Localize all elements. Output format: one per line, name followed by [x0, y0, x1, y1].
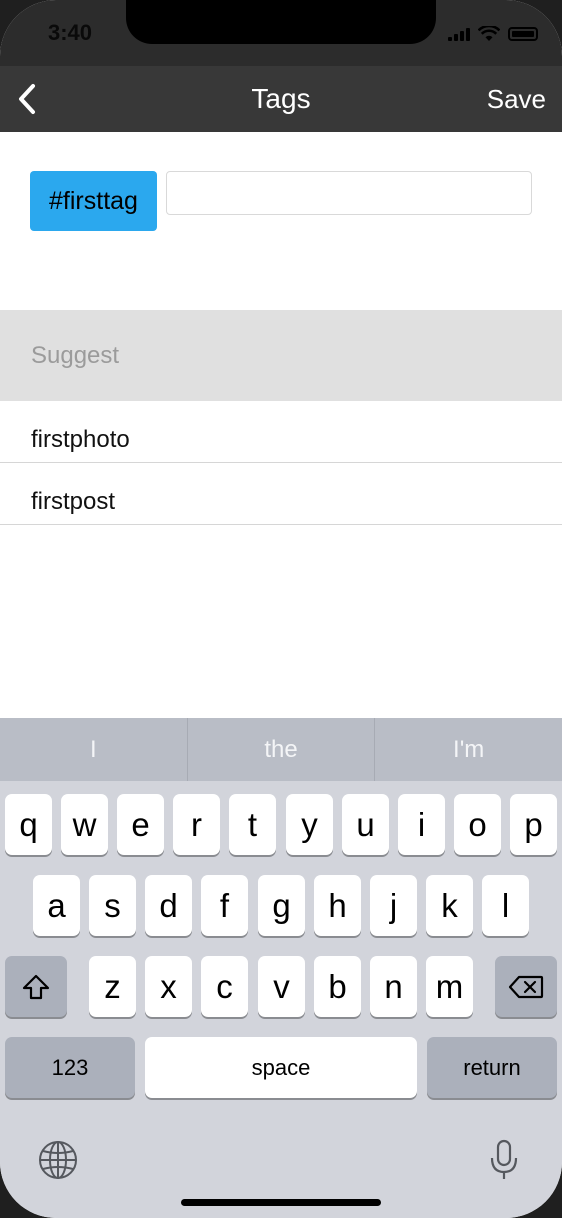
- key-e[interactable]: e: [117, 794, 164, 855]
- key-i[interactable]: i: [398, 794, 445, 855]
- battery-icon: [508, 27, 538, 41]
- key-j[interactable]: j: [370, 875, 417, 936]
- key-f[interactable]: f: [201, 875, 248, 936]
- key-u[interactable]: u: [342, 794, 389, 855]
- key-k[interactable]: k: [426, 875, 473, 936]
- status-time: 3:40: [48, 20, 93, 45]
- key-s[interactable]: s: [89, 875, 136, 936]
- microphone-icon: [490, 1139, 518, 1179]
- backspace-icon: [508, 975, 544, 998]
- globe-icon: [39, 1141, 77, 1179]
- space-key[interactable]: space: [145, 1037, 417, 1098]
- key-g[interactable]: g: [258, 875, 305, 936]
- suggestion-label: firstpost: [31, 488, 116, 515]
- key-h[interactable]: h: [314, 875, 361, 936]
- suggestion-label: firstphoto: [31, 426, 130, 453]
- key-q[interactable]: q: [5, 794, 52, 855]
- navigation-bar: Tags Save: [0, 66, 562, 132]
- key-v[interactable]: v: [258, 956, 305, 1017]
- shift-key[interactable]: [5, 956, 67, 1017]
- return-key[interactable]: return: [427, 1037, 557, 1098]
- wifi-icon: [478, 26, 500, 41]
- dictation-button[interactable]: [482, 1136, 526, 1184]
- status-bar: 3:40: [0, 0, 562, 66]
- suggestion-item[interactable]: firstpost: [0, 463, 562, 525]
- key-l[interactable]: l: [482, 875, 529, 936]
- tag-chip[interactable]: #firsttag: [30, 171, 157, 231]
- delete-key[interactable]: [495, 956, 557, 1017]
- cellular-signal-icon: [448, 27, 470, 41]
- key-t[interactable]: t: [229, 794, 276, 855]
- key-r[interactable]: r: [173, 794, 220, 855]
- page-title: Tags: [251, 83, 311, 114]
- key-a[interactable]: a: [33, 875, 80, 936]
- shift-icon: [22, 974, 50, 999]
- key-o[interactable]: o: [454, 794, 501, 855]
- notch: [126, 0, 436, 44]
- key-y[interactable]: y: [286, 794, 333, 855]
- key-d[interactable]: d: [145, 875, 192, 936]
- key-x[interactable]: x: [145, 956, 192, 1017]
- key-w[interactable]: w: [61, 794, 108, 855]
- prediction-item[interactable]: I'm: [374, 718, 562, 781]
- phone-screen: 3:40 Tags Save #firsttag Suggest firstph…: [0, 0, 562, 1218]
- key-z[interactable]: z: [89, 956, 136, 1017]
- keyboard: I the I'm q w e r t y u i o p a s d f g …: [0, 718, 562, 1218]
- tag-entry-area: #firsttag: [0, 132, 562, 310]
- suggestion-list: firstphoto firstpost: [0, 401, 562, 525]
- suggestion-item[interactable]: firstphoto: [0, 401, 562, 463]
- numbers-key[interactable]: 123: [5, 1037, 135, 1098]
- predictive-bar: I the I'm: [0, 718, 562, 781]
- key-c[interactable]: c: [201, 956, 248, 1017]
- suggest-header: Suggest: [0, 310, 562, 401]
- tag-input[interactable]: [166, 171, 532, 215]
- key-p[interactable]: p: [510, 794, 557, 855]
- key-n[interactable]: n: [370, 956, 417, 1017]
- key-b[interactable]: b: [314, 956, 361, 1017]
- key-m[interactable]: m: [426, 956, 473, 1017]
- globe-button[interactable]: [36, 1138, 80, 1182]
- status-icons: [448, 24, 538, 44]
- prediction-item[interactable]: I: [0, 718, 187, 781]
- suggest-header-label: Suggest: [31, 342, 120, 369]
- home-indicator[interactable]: [181, 1199, 381, 1206]
- save-button[interactable]: Save: [487, 84, 546, 115]
- prediction-item[interactable]: the: [186, 718, 375, 781]
